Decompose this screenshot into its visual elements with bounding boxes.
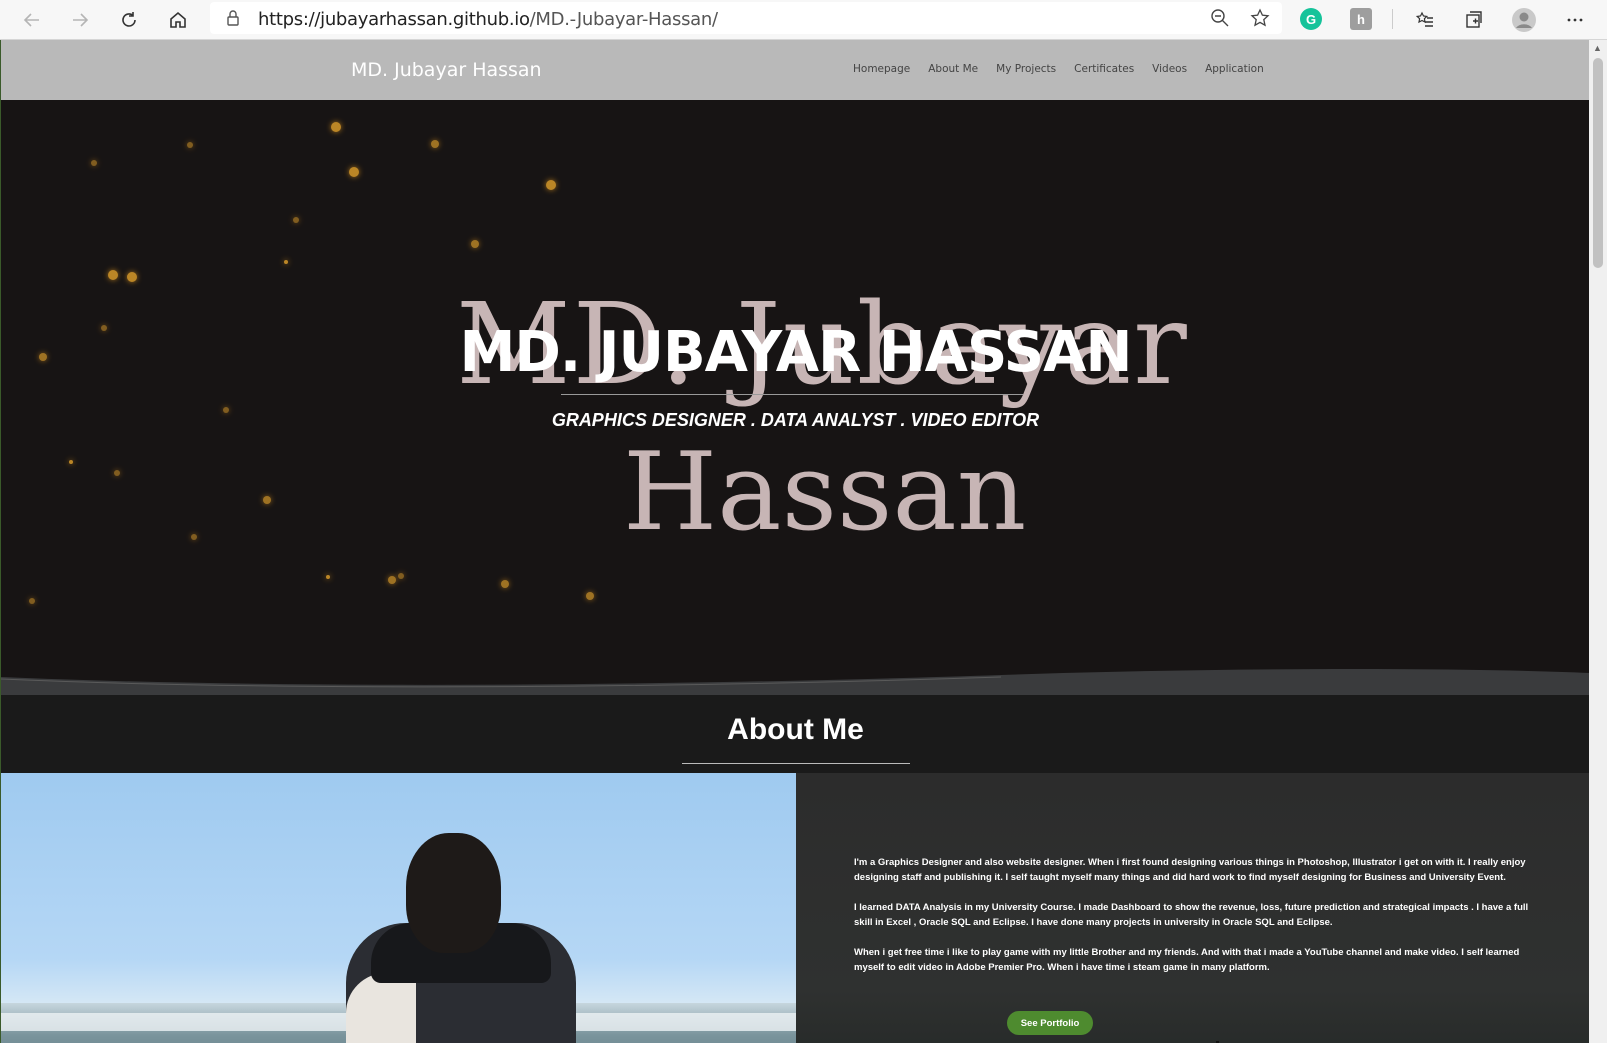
about-text-panel: I'm a Graphics Designer and also website…	[796, 773, 1590, 1043]
site-navbar: MD. Jubayar Hassan Homepage About Me My …	[1, 40, 1590, 100]
lock-icon	[227, 10, 239, 26]
about-paragraph-2: I learned DATA Analysis in my University…	[854, 902, 1529, 928]
about-divider	[682, 763, 910, 764]
bokeh-dot	[91, 160, 97, 166]
refresh-icon[interactable]	[114, 5, 144, 35]
zoom-icon[interactable]	[1210, 8, 1230, 28]
hero-subtitle: GRAPHICS DESIGNER . DATA ANALYST . VIDEO…	[551, 410, 1040, 430]
collections-icon[interactable]	[1459, 5, 1489, 35]
page-scrollbar[interactable]: ▲	[1589, 40, 1607, 1043]
web-page: MD. Jubayar Hassan Homepage About Me My …	[0, 40, 1590, 1043]
bokeh-dot	[187, 142, 193, 148]
nav-links: Homepage About Me My Projects Certificat…	[853, 63, 1264, 75]
url-host: https://jubayarhassan.github.io	[258, 9, 530, 30]
bokeh-dot	[471, 240, 479, 248]
bokeh-dot	[546, 180, 556, 190]
about-title: About Me	[727, 713, 864, 746]
site-brand[interactable]: MD. Jubayar Hassan	[351, 59, 542, 81]
about-paragraph-3: When i get free time i like to play game…	[854, 947, 1520, 973]
browser-toolbar: https://jubayarhassan.github.io/MD.-Juba…	[0, 0, 1607, 40]
nav-link-homepage[interactable]: Homepage	[853, 63, 910, 75]
bokeh-dot	[114, 470, 120, 476]
bokeh-dot	[284, 260, 288, 264]
photo-person-head	[406, 833, 501, 953]
bokeh-dot	[431, 140, 439, 148]
back-icon[interactable]	[17, 5, 47, 35]
about-header: About Me	[1, 695, 1590, 773]
hero-title: MD. JUBAYAR HASSAN	[459, 320, 1133, 385]
nav-link-videos[interactable]: Videos	[1152, 63, 1187, 75]
bokeh-dot	[108, 270, 118, 280]
bokeh-dot	[29, 598, 35, 604]
favorites-list-icon[interactable]	[1410, 5, 1440, 35]
scroll-up-arrow-icon[interactable]: ▲	[1593, 43, 1602, 53]
bokeh-dot	[326, 575, 330, 579]
bokeh-dot	[586, 592, 594, 600]
bokeh-dot	[331, 122, 341, 132]
bokeh-dot	[349, 167, 359, 177]
about-paragraph-1: I'm a Graphics Designer and also website…	[854, 857, 1526, 883]
bokeh-dot	[263, 496, 271, 504]
extension-icon[interactable]: h	[1350, 8, 1372, 30]
home-icon[interactable]	[163, 5, 193, 35]
url-path: /MD.-Jubayar-Hassan/	[529, 9, 718, 30]
hero-wave-divider	[1, 669, 1590, 695]
nav-link-application[interactable]: Application	[1205, 63, 1264, 75]
bokeh-dot	[191, 534, 197, 540]
forward-icon[interactable]	[65, 5, 95, 35]
bokeh-dot	[127, 272, 137, 282]
grammarly-icon[interactable]: G	[1300, 8, 1322, 30]
hero-background-name-line2: Hassan	[623, 430, 1027, 555]
bokeh-dot	[69, 460, 73, 464]
address-bar[interactable]: https://jubayarhassan.github.io/MD.-Juba…	[210, 2, 1282, 34]
favorite-star-icon[interactable]	[1250, 8, 1270, 28]
hero-divider	[561, 394, 1023, 395]
url-text[interactable]: https://jubayarhassan.github.io/MD.-Juba…	[258, 9, 718, 30]
nav-link-about-me[interactable]: About Me	[928, 63, 978, 75]
bokeh-dot	[388, 576, 396, 584]
more-options-icon[interactable]	[1560, 5, 1590, 35]
profile-photo	[1, 773, 796, 1043]
profile-avatar-icon[interactable]	[1509, 5, 1539, 35]
bokeh-dot	[398, 573, 404, 579]
scrollbar-thumb[interactable]	[1593, 58, 1603, 268]
toolbar-divider	[1392, 9, 1393, 29]
hero-section: MD. Jubayar Hassan MD. JUBAYAR HASSAN GR…	[1, 100, 1590, 695]
bokeh-dot	[501, 580, 509, 588]
nav-link-my-projects[interactable]: My Projects	[996, 63, 1056, 75]
bokeh-dot	[293, 217, 299, 223]
see-portfolio-button[interactable]: See Portfolio	[1007, 1011, 1093, 1035]
nav-link-certificates[interactable]: Certificates	[1074, 63, 1134, 75]
